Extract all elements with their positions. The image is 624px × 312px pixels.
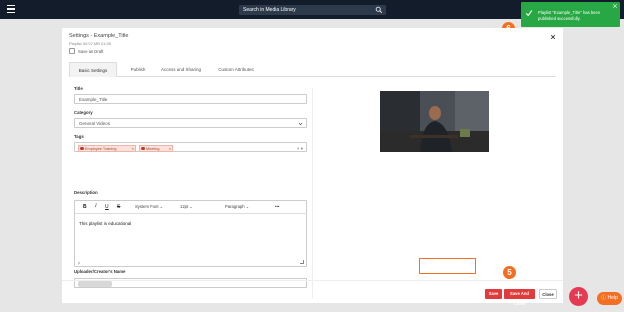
column-divider [312,88,313,298]
search-input[interactable]: Search in Media Library [239,5,386,15]
underline-button[interactable]: U [105,204,109,210]
modal-title: Settings - Example_Title [69,33,129,39]
add-button[interactable]: + [569,287,588,306]
tag-chip-label: Employee Training [85,146,117,151]
save-as-draft-label: Save as Draft [78,48,104,54]
font-size-value: 12pt [180,204,189,209]
save-as-draft-checkbox[interactable] [69,48,75,54]
hamburger-menu-icon[interactable] [7,5,15,13]
tag-chip-employee-training[interactable]: Employee Training × [78,144,136,152]
search-placeholder: Search in Media Library [243,7,296,13]
remove-tag-icon[interactable]: × [132,146,134,152]
modal-close-icon[interactable] [550,34,556,40]
tags-label: Tags [74,134,84,139]
description-text[interactable]: This playlist is educational [79,221,131,226]
editor-toolbar: B I U S System Font ⌄ 12pt ⌄ Paragraph ⌄… [75,201,307,214]
help-label: Help [607,295,618,301]
tag-icon [80,146,84,151]
tab-basic-settings[interactable]: Basic Settings [69,62,117,77]
tag-chip-meeting[interactable]: Meeting × [139,144,173,152]
title-input[interactable]: Example_Title [74,94,307,104]
modal-footer-divider [62,280,563,281]
redacted-value [78,281,112,287]
category-select[interactable]: General Videos [74,118,307,128]
check-icon [525,10,533,17]
more-options-button[interactable]: ••• [275,204,279,209]
editor-path: p [78,261,80,265]
remove-tag-icon[interactable]: × [169,146,171,152]
tags-controls[interactable]: × ▾ [297,144,303,153]
tag-chip-label: Meeting [146,146,160,151]
tab-access-and-sharing[interactable]: Access and Sharing [155,62,207,77]
block-format-select[interactable]: Paragraph ⌄ [225,204,249,209]
search-icon[interactable] [375,6,383,14]
success-toast: Playlist "Example_Title" has been publis… [521,2,620,27]
buttons-highlight [419,258,476,274]
step-badge-buttons: 5 [503,266,516,279]
description-editor[interactable]: B I U S System Font ⌄ 12pt ⌄ Paragraph ⌄… [74,200,307,267]
tab-publish[interactable]: Publish [121,62,155,77]
font-size-select[interactable]: 12pt ⌄ [180,204,193,209]
tab-custom-attributes[interactable]: Custom Attributes [209,62,263,77]
thumbnail-image [380,91,489,152]
toast-message: Playlist "Example_Title" has been publis… [538,10,601,21]
settings-tabs: Basic Settings Publish Access and Sharin… [69,62,556,77]
block-format-value: Paragraph [225,204,245,209]
category-label: Category [74,110,93,115]
save-button[interactable]: Save [485,289,502,299]
uploader-label: Uploader/Creator's Name [74,269,126,274]
strikethrough-button[interactable]: S [117,204,120,210]
category-value: General Videos [79,121,110,126]
save-and-close-button[interactable]: Save And Close [504,289,535,306]
font-family-value: System Font [135,204,159,209]
close-button[interactable]: Close [539,289,557,299]
italic-button[interactable]: I [95,204,97,209]
settings-modal: Settings - Example_Title Playlist 00:07 … [62,28,563,306]
video-thumbnail [380,91,489,152]
help-button[interactable]: ⓘ Help [597,292,622,305]
description-label: Description [74,190,98,195]
bold-button[interactable]: B [83,204,87,210]
chevron-down-icon [298,122,303,126]
font-family-select[interactable]: System Font ⌄ [135,204,163,209]
tag-icon [141,146,145,151]
tags-input[interactable]: Employee Training × Meeting × × ▾ [74,142,307,152]
title-label: Title [74,86,83,91]
toast-close-icon[interactable] [612,3,618,9]
save-as-draft-toggle[interactable]: Save as Draft [69,48,103,54]
resize-handle-icon[interactable] [300,260,304,264]
modal-subtitle: Playlist 00:07 MB 01:05 [69,41,112,46]
